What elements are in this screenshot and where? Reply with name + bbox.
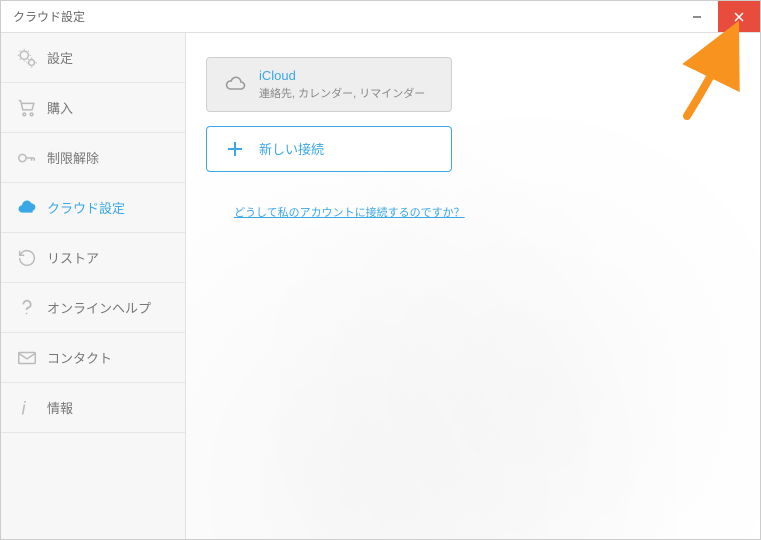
mail-icon — [11, 347, 43, 369]
cloud-icon — [11, 197, 43, 219]
window-controls — [676, 1, 760, 32]
minimize-button[interactable] — [676, 1, 718, 32]
new-connection-label: 新しい接続 — [259, 143, 324, 156]
sidebar-item-unlock[interactable]: 制限解除 — [1, 133, 185, 183]
titlebar: クラウド設定 — [1, 1, 760, 33]
sidebar-item-label: 購入 — [47, 98, 73, 117]
icloud-subtitle: 連絡先, カレンダー, リマインダー — [259, 85, 425, 101]
svg-text:i: i — [22, 397, 27, 418]
window-title: クラウド設定 — [13, 8, 676, 25]
sidebar-item-label: クラウド設定 — [47, 198, 125, 217]
minimize-icon — [691, 11, 703, 23]
sidebar-item-purchase[interactable]: 購入 — [1, 83, 185, 133]
sidebar-item-label: 制限解除 — [47, 148, 99, 167]
app-window: クラウド設定 — [0, 0, 761, 540]
sidebar-item-label: リストア — [47, 248, 99, 267]
icloud-title: iCloud — [259, 68, 425, 83]
info-icon: i — [11, 397, 43, 419]
why-connect-link[interactable]: どうして私のアカウントに接続するのですか？ — [234, 204, 465, 220]
close-button[interactable] — [718, 1, 760, 32]
sidebar-item-info[interactable]: i 情報 — [1, 383, 185, 433]
cart-icon — [11, 97, 43, 119]
cloud-outline-icon — [221, 73, 249, 97]
new-connection-button[interactable]: 新しい接続 — [206, 126, 452, 172]
icloud-card[interactable]: iCloud 連絡先, カレンダー, リマインダー — [206, 57, 452, 112]
sidebar-item-settings[interactable]: 設定 — [1, 33, 185, 83]
key-icon — [11, 147, 43, 169]
close-icon — [733, 11, 745, 23]
sidebar-item-label: コンタクト — [47, 348, 112, 367]
window-body: 設定 購入 制限解 — [1, 33, 760, 539]
sidebar-item-label: 設定 — [47, 48, 73, 67]
sidebar-item-help[interactable]: オンラインヘルプ — [1, 283, 185, 333]
sidebar-item-label: オンラインヘルプ — [47, 298, 151, 317]
question-icon — [11, 297, 43, 319]
sidebar: 設定 購入 制限解 — [1, 33, 186, 539]
sidebar-item-contact[interactable]: コンタクト — [1, 333, 185, 383]
sidebar-item-label: 情報 — [47, 398, 73, 417]
sidebar-item-cloud-settings[interactable]: クラウド設定 — [1, 183, 185, 233]
content-pane: iCloud 連絡先, カレンダー, リマインダー 新しい接続 どうして私のアカ… — [186, 33, 760, 539]
gear-icon — [11, 47, 43, 69]
plus-icon — [221, 140, 249, 158]
sidebar-item-restore[interactable]: リストア — [1, 233, 185, 283]
restore-icon — [11, 247, 43, 269]
